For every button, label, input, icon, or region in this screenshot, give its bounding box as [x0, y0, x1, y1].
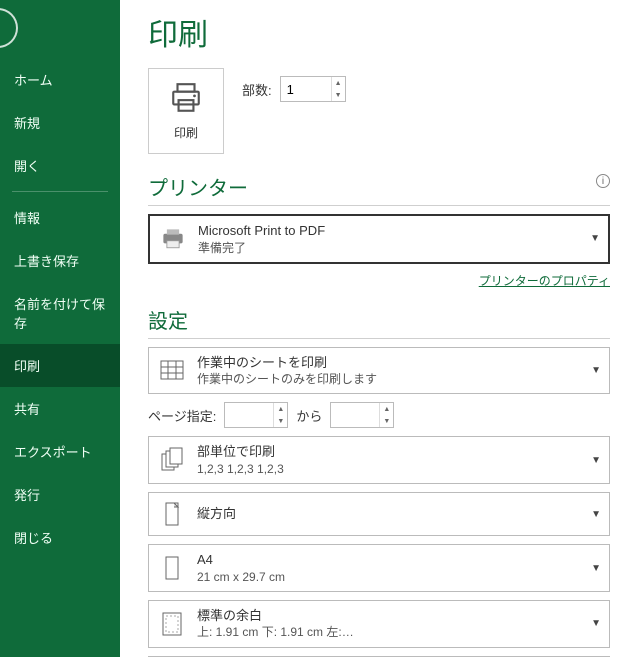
print-button[interactable]: 印刷 [148, 68, 224, 154]
sidebar-item-label: 発行 [14, 488, 40, 503]
spinner-down-icon[interactable]: ▼ [380, 415, 393, 427]
back-button[interactable] [0, 8, 18, 48]
spinner-up-icon[interactable]: ▲ [274, 403, 287, 415]
dropdown-line2: 1,2,3 1,2,3 1,2,3 [197, 461, 581, 477]
sidebar-item-print[interactable]: 印刷 [0, 344, 120, 387]
dropdown-line1: 作業中のシートを印刷 [197, 354, 581, 372]
sidebar-item-open[interactable]: 開く [0, 144, 120, 187]
spinner-up-icon[interactable]: ▲ [332, 77, 345, 89]
page-from-spinner[interactable]: ▲▼ [224, 402, 288, 428]
sheet-icon [157, 356, 187, 386]
dropdown-line1: A4 [197, 551, 581, 569]
chevron-down-icon: ▼ [591, 455, 601, 466]
dropdown-line2: 作業中のシートのみを印刷します [197, 371, 581, 387]
copies-spinner[interactable]: ▲ ▼ [280, 76, 346, 102]
dropdown-line2: 21 cm x 29.7 cm [197, 569, 581, 585]
dropdown-line1: 縦方向 [197, 505, 581, 523]
collation-dropdown[interactable]: 部単位で印刷 1,2,3 1,2,3 1,2,3 ▼ [148, 436, 610, 484]
copies-input[interactable] [281, 77, 331, 101]
printer-section-heading: プリンター i [148, 172, 610, 206]
margins-icon [157, 609, 187, 639]
dropdown-line1: 標準の余白 [197, 607, 581, 625]
chevron-down-icon: ▼ [591, 563, 601, 574]
printer-status: 準備完了 [198, 240, 580, 256]
dropdown-line1: 部単位で印刷 [197, 443, 581, 461]
printer-name: Microsoft Print to PDF [198, 222, 580, 240]
sidebar-item-info[interactable]: 情報 [0, 196, 120, 239]
printer-properties-link[interactable]: プリンターのプロパティ [479, 274, 610, 288]
print-pane: 印刷 印刷 部数: ▲ ▼ プリンター i Micros [120, 0, 634, 657]
chevron-down-icon: ▼ [590, 233, 600, 244]
paper-size-icon [157, 553, 187, 583]
sidebar-item-label: 情報 [14, 211, 40, 226]
page-range-label: ページ指定: [148, 406, 216, 425]
sidebar-item-home[interactable]: ホーム [0, 58, 120, 101]
sidebar-divider [12, 191, 108, 192]
orientation-dropdown[interactable]: 縦方向 ▼ [148, 492, 610, 536]
spinner-down-icon[interactable]: ▼ [332, 89, 345, 101]
page-title: 印刷 [148, 10, 610, 54]
sidebar-item-share[interactable]: 共有 [0, 387, 120, 430]
page-to-input[interactable] [331, 403, 379, 427]
sidebar-item-label: エクスポート [14, 445, 92, 460]
spinner-down-icon[interactable]: ▼ [274, 415, 287, 427]
sidebar-item-save[interactable]: 上書き保存 [0, 239, 120, 282]
chevron-down-icon: ▼ [591, 365, 601, 376]
printer-dropdown[interactable]: Microsoft Print to PDF 準備完了 ▼ [148, 214, 610, 264]
sidebar-item-close[interactable]: 閉じる [0, 516, 120, 559]
sidebar-item-saveas[interactable]: 名前を付けて保存 [0, 282, 120, 344]
backstage-sidebar: ホーム 新規 開く 情報 上書き保存 名前を付けて保存 印刷 共有 エクスポート… [0, 0, 120, 657]
sidebar-item-label: 閉じる [14, 531, 53, 546]
sidebar-item-label: ホーム [14, 73, 53, 88]
sidebar-item-new[interactable]: 新規 [0, 101, 120, 144]
printer-device-icon [158, 224, 188, 254]
chevron-down-icon: ▼ [591, 618, 601, 629]
print-button-label: 印刷 [174, 124, 198, 141]
print-area-dropdown[interactable]: 作業中のシートを印刷 作業中のシートのみを印刷します ▼ [148, 347, 610, 395]
dropdown-line2: 上: 1.91 cm 下: 1.91 cm 左:… [197, 624, 581, 640]
sidebar-item-export[interactable]: エクスポート [0, 430, 120, 473]
info-icon[interactable]: i [596, 174, 610, 188]
sidebar-item-label: 開く [14, 159, 40, 174]
chevron-down-icon: ▼ [591, 509, 601, 520]
portrait-icon [157, 499, 187, 529]
sidebar-item-label: 名前を付けて保存 [14, 297, 105, 331]
paper-size-dropdown[interactable]: A4 21 cm x 29.7 cm ▼ [148, 544, 610, 592]
sidebar-item-label: 共有 [14, 402, 40, 417]
page-range-separator: から [296, 406, 322, 425]
margins-dropdown[interactable]: 標準の余白 上: 1.91 cm 下: 1.91 cm 左:… ▼ [148, 600, 610, 648]
printer-icon [169, 81, 203, 118]
page-from-input[interactable] [225, 403, 273, 427]
sidebar-item-publish[interactable]: 発行 [0, 473, 120, 516]
collate-icon [157, 445, 187, 475]
copies-label: 部数: [242, 80, 272, 99]
settings-section-heading: 設定 [148, 305, 610, 339]
spinner-up-icon[interactable]: ▲ [380, 403, 393, 415]
sidebar-item-label: 印刷 [14, 359, 40, 374]
sidebar-item-label: 新規 [14, 116, 40, 131]
sidebar-item-label: 上書き保存 [14, 254, 79, 269]
section-heading-text: 設定 [148, 311, 188, 333]
page-to-spinner[interactable]: ▲▼ [330, 402, 394, 428]
section-heading-text: プリンター [148, 178, 248, 200]
